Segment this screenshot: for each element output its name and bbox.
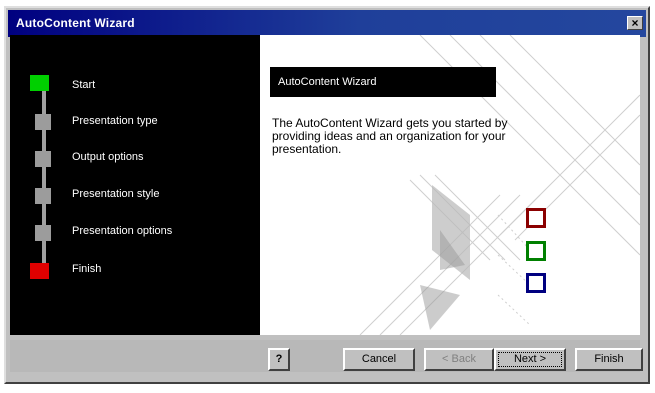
cancel-button-label: Cancel — [361, 353, 397, 365]
step-output-options[interactable]: Output options — [72, 151, 144, 163]
step-presentation-style[interactable]: Presentation style — [72, 188, 159, 200]
next-button-label: Next > — [513, 353, 547, 365]
back-button-label: < Back — [442, 353, 476, 365]
window-title: AutoContent Wizard — [16, 16, 135, 30]
step-marker — [35, 114, 51, 130]
wizard-description: The AutoContent Wizard gets you started … — [272, 116, 508, 156]
step-marker — [35, 151, 51, 167]
step-start[interactable]: Start — [72, 79, 95, 91]
back-button[interactable]: < Back — [424, 348, 494, 371]
step-marker — [35, 225, 51, 241]
step-finish[interactable]: Finish — [72, 263, 101, 275]
content-header-bar: AutoContent Wizard — [270, 67, 496, 97]
close-icon: × — [631, 16, 639, 30]
close-button[interactable]: × — [627, 16, 643, 30]
green-square-icon — [526, 241, 546, 261]
step-navigation-panel: Start Presentation type Output options P… — [10, 35, 260, 335]
cancel-button[interactable]: Cancel — [343, 348, 415, 371]
step-presentation-options[interactable]: Presentation options — [72, 225, 172, 237]
content-header-title: AutoContent Wizard — [278, 76, 377, 88]
red-square-icon — [526, 208, 546, 228]
finish-button-label: Finish — [594, 353, 624, 365]
title-bar[interactable]: AutoContent Wizard × — [8, 10, 646, 37]
finish-step-marker — [30, 263, 49, 279]
step-marker — [35, 188, 51, 204]
step-presentation-type[interactable]: Presentation type — [72, 115, 158, 127]
help-icon: ? — [275, 353, 283, 365]
start-step-marker — [30, 75, 49, 91]
blue-square-icon — [526, 273, 546, 293]
step-connector-line — [42, 85, 46, 271]
content-panel: AutoContent Wizard The AutoContent Wizar… — [260, 35, 640, 335]
finish-button[interactable]: Finish — [575, 348, 643, 371]
next-button[interactable]: Next > — [494, 348, 566, 371]
help-button[interactable]: ? — [268, 348, 290, 371]
